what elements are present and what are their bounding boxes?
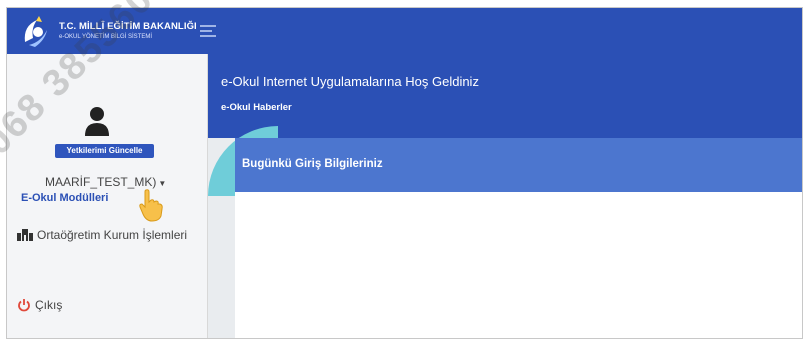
menu-toggle-icon[interactable] [200, 24, 216, 38]
institution-icon [17, 229, 33, 241]
sidebar-item-institution[interactable]: Ortaöğretim Kurum İşlemleri [17, 228, 187, 242]
caret-down-icon: ▼ [158, 179, 167, 188]
brand-subtitle: e-OKUL YÖNETİM BİLGİ SİSTEMİ [59, 34, 153, 40]
login-info-panel: Bugünkü Giriş Bilgileriniz [235, 138, 802, 338]
sidebar-item-label: Çıkış [35, 298, 63, 312]
meb-logo-icon [24, 16, 47, 47]
eokul-modules-link[interactable]: E-Okul Modülleri [21, 192, 108, 204]
brand-header[interactable]: T.C. MİLLÎ EĞİTİM BAKANLIĞI e-OKUL YÖNET… [7, 8, 208, 54]
panel-header: Bugünkü Giriş Bilgileriniz [235, 138, 802, 192]
welcome-title: e-Okul Internet Uygulamalarına Hoş Geldi… [221, 74, 479, 89]
news-link[interactable]: e-Okul Haberler [221, 102, 292, 113]
power-icon [18, 299, 30, 312]
app-window: T.C. MİLLÎ EĞİTİM BAKANLIĞI e-OKUL YÖNET… [6, 7, 803, 339]
user-name: MAARİF_TEST_MK) [45, 175, 157, 189]
user-avatar-icon [85, 107, 109, 136]
sidebar-item-exit[interactable]: Çıkış [17, 298, 62, 312]
top-navbar [200, 8, 802, 54]
welcome-banner: e-Okul Internet Uygulamalarına Hoş Geldi… [208, 54, 802, 138]
sidebar-item-label: Ortaöğretim Kurum İşlemleri [37, 228, 188, 242]
pointer-hand-icon [139, 189, 163, 222]
user-menu-toggle[interactable]: MAARİF_TEST_MK) ▼ [45, 175, 166, 189]
update-permissions-button[interactable]: Yetkilerimi Güncelle [55, 144, 154, 158]
brand-title: T.C. MİLLÎ EĞİTİM BAKANLIĞI [59, 21, 197, 32]
sidebar: T.C. MİLLÎ EĞİTİM BAKANLIĞI e-OKUL YÖNET… [7, 8, 208, 338]
panel-title: Bugünkü Giriş Bilgileriniz [242, 158, 383, 170]
